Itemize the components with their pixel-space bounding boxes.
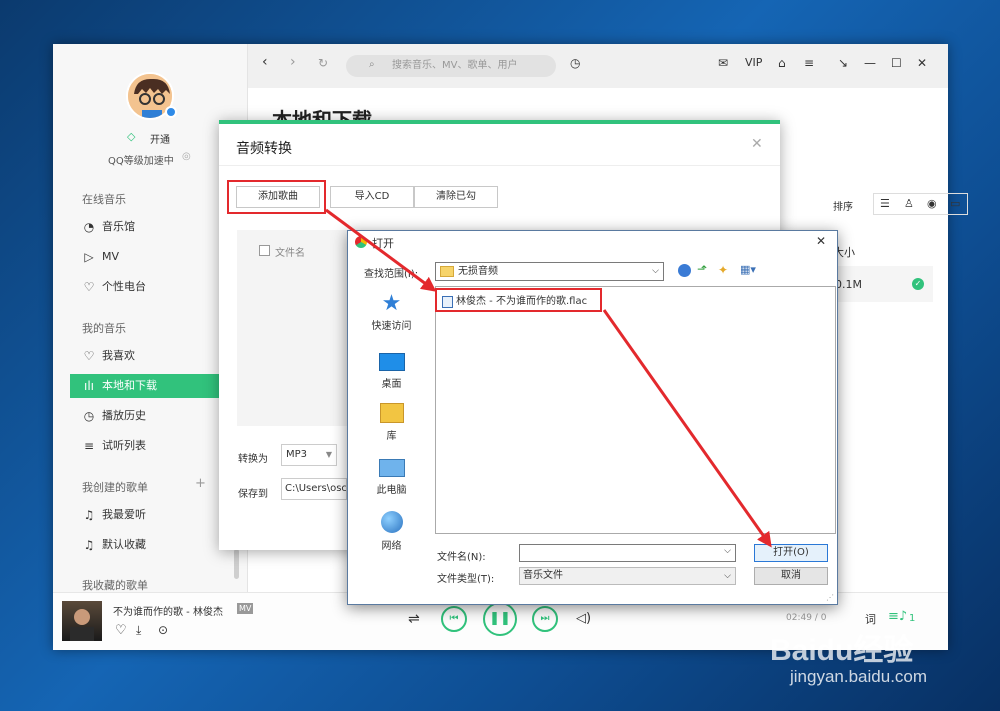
- annotation-arrows: [325, 208, 772, 548]
- watermark-brand: Baidu经验: [770, 634, 914, 667]
- watermark-url: jingyan.baidu.com: [790, 667, 928, 686]
- arrow-to-file: [325, 208, 437, 292]
- arrow-to-open-button: [602, 309, 772, 548]
